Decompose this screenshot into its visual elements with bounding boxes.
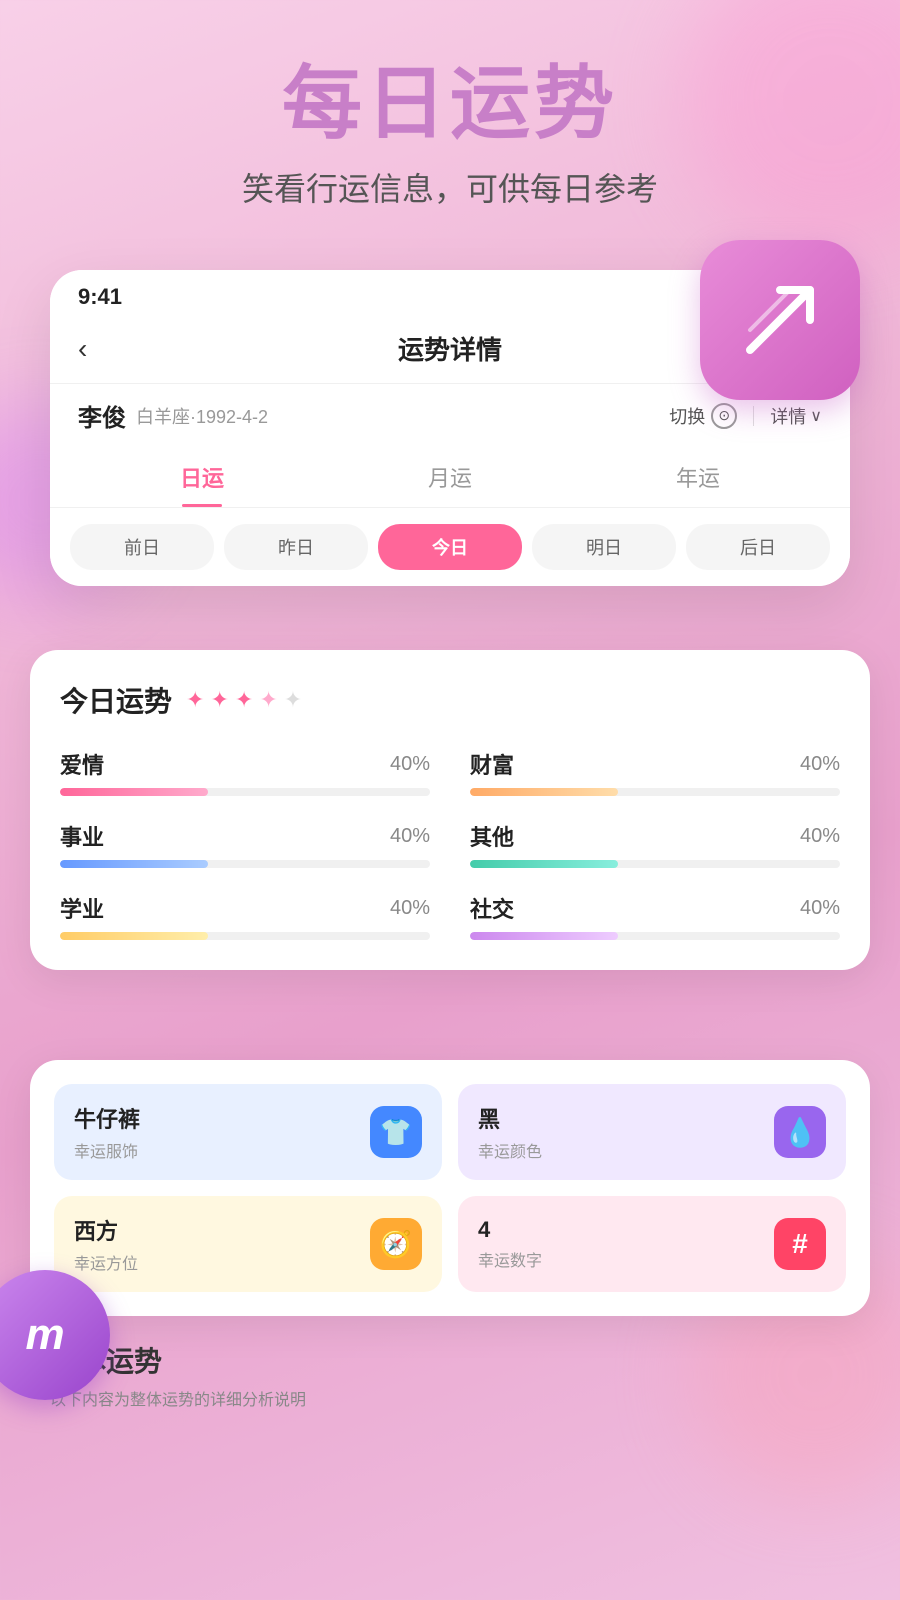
day-btn-next1[interactable]: 明日 (532, 524, 676, 570)
bottom-subtitle: 以下内容为整体运势的详细分析说明 (50, 1386, 850, 1410)
social-fill (470, 932, 618, 940)
fortune-section: 今日运势 ✦ ✦ ✦ ✦ ✦ 爱情 40% 财富 40% (30, 650, 870, 970)
fortune-wealth: 财富 40% (470, 748, 840, 796)
lucky-card-direction: 西方 幸运方位 🧭 (54, 1196, 442, 1292)
lucky-clothing-value: 牛仔裤 (74, 1102, 140, 1134)
day-selector: 前日 昨日 今日 明日 后日 (50, 508, 850, 586)
star-5: ✦ (284, 687, 302, 713)
other-pct: 40% (800, 825, 840, 848)
study-pct: 40% (390, 897, 430, 920)
day-btn-next2[interactable]: 后日 (686, 524, 830, 570)
other-fill (470, 860, 618, 868)
career-fill (60, 860, 208, 868)
bottom-section: 整体运势 以下内容为整体运势的详细分析说明 (0, 1340, 900, 1410)
bottom-title: 整体运势 (50, 1340, 850, 1380)
fortune-title: 今日运势 (60, 680, 172, 720)
detail-button[interactable]: 详情 ∨ (770, 403, 822, 429)
profile-name: 李俊 (78, 398, 126, 433)
lucky-color-desc: 幸运颜色 (478, 1138, 542, 1162)
chevron-down-icon: ∨ (810, 406, 822, 426)
social-label: 社交 (470, 892, 514, 924)
day-btn-prev2[interactable]: 前日 (70, 524, 214, 570)
lucky-grid: 牛仔裤 幸运服饰 👕 黑 幸运颜色 💧 西方 幸运方位 🧭 4 幸运数字 (54, 1084, 846, 1292)
star-3: ✦ (235, 687, 253, 713)
fortune-grid: 爱情 40% 财富 40% 事业 40% (60, 748, 840, 940)
profile-info: 白羊座·1992-4-2 (136, 403, 268, 429)
back-button[interactable]: ‹ (78, 333, 118, 365)
virgo-symbol: m (25, 1310, 64, 1360)
tab-monthly[interactable]: 月运 (326, 447, 574, 507)
fortune-social: 社交 40% (470, 892, 840, 940)
profile-actions: 切换 ⊙ 详情 ∨ (669, 403, 822, 429)
fortune-love: 爱情 40% (60, 748, 430, 796)
lucky-card-color: 黑 幸运颜色 💧 (458, 1084, 846, 1180)
social-progress (470, 932, 840, 940)
lucky-card-clothing: 牛仔裤 幸运服饰 👕 (54, 1084, 442, 1180)
lucky-number-icon: # (774, 1218, 826, 1270)
sub-title: 笑看行运信息，可供每日参考 (0, 164, 900, 210)
career-label: 事业 (60, 820, 104, 852)
lucky-number-desc: 幸运数字 (478, 1247, 542, 1271)
fortune-header: 今日运势 ✦ ✦ ✦ ✦ ✦ (60, 680, 840, 720)
star-1: ✦ (186, 687, 204, 713)
study-fill (60, 932, 208, 940)
lucky-number-value: 4 (478, 1217, 542, 1243)
love-fill (60, 788, 208, 796)
wealth-progress (470, 788, 840, 796)
star-4: ✦ (259, 687, 277, 713)
wealth-pct: 40% (800, 753, 840, 776)
fortune-other: 其他 40% (470, 820, 840, 868)
career-progress (60, 860, 430, 868)
lucky-section: 牛仔裤 幸运服饰 👕 黑 幸运颜色 💧 西方 幸运方位 🧭 4 幸运数字 (30, 1060, 870, 1316)
career-pct: 40% (390, 825, 430, 848)
switch-icon: ⊙ (711, 403, 737, 429)
header-section: 每日运势 笑看行运信息，可供每日参考 (0, 0, 900, 240)
other-progress (470, 860, 840, 868)
lucky-direction-desc: 幸运方位 (74, 1250, 138, 1274)
lucky-clothing-icon: 👕 (370, 1106, 422, 1158)
tab-daily[interactable]: 日运 (78, 447, 326, 507)
lucky-card-number: 4 幸运数字 # (458, 1196, 846, 1292)
tab-bar: 日运 月运 年运 (50, 447, 850, 508)
star-2: ✦ (210, 687, 228, 713)
other-label: 其他 (470, 820, 514, 852)
lucky-color-icon: 💧 (774, 1106, 826, 1158)
wealth-fill (470, 788, 618, 796)
switch-button[interactable]: 切换 ⊙ (669, 403, 737, 429)
fortune-study: 学业 40% (60, 892, 430, 940)
main-title: 每日运势 (0, 60, 900, 148)
day-btn-prev1[interactable]: 昨日 (224, 524, 368, 570)
lucky-direction-icon: 🧭 (370, 1218, 422, 1270)
love-label: 爱情 (60, 748, 104, 780)
nav-title: 运势详情 (118, 330, 782, 367)
day-btn-today[interactable]: 今日 (378, 524, 522, 570)
tab-yearly[interactable]: 年运 (574, 447, 822, 507)
wealth-label: 财富 (470, 748, 514, 780)
lucky-color-value: 黑 (478, 1102, 542, 1134)
study-progress (60, 932, 430, 940)
social-pct: 40% (800, 897, 840, 920)
love-progress (60, 788, 430, 796)
status-time: 9:41 (78, 284, 122, 310)
sagittarius-badge (700, 240, 860, 400)
love-pct: 40% (390, 753, 430, 776)
lucky-clothing-desc: 幸运服饰 (74, 1138, 140, 1162)
fortune-stars: ✦ ✦ ✦ ✦ ✦ (186, 687, 302, 713)
divider (753, 406, 754, 426)
study-label: 学业 (60, 892, 104, 924)
lucky-direction-value: 西方 (74, 1214, 138, 1246)
fortune-career: 事业 40% (60, 820, 430, 868)
